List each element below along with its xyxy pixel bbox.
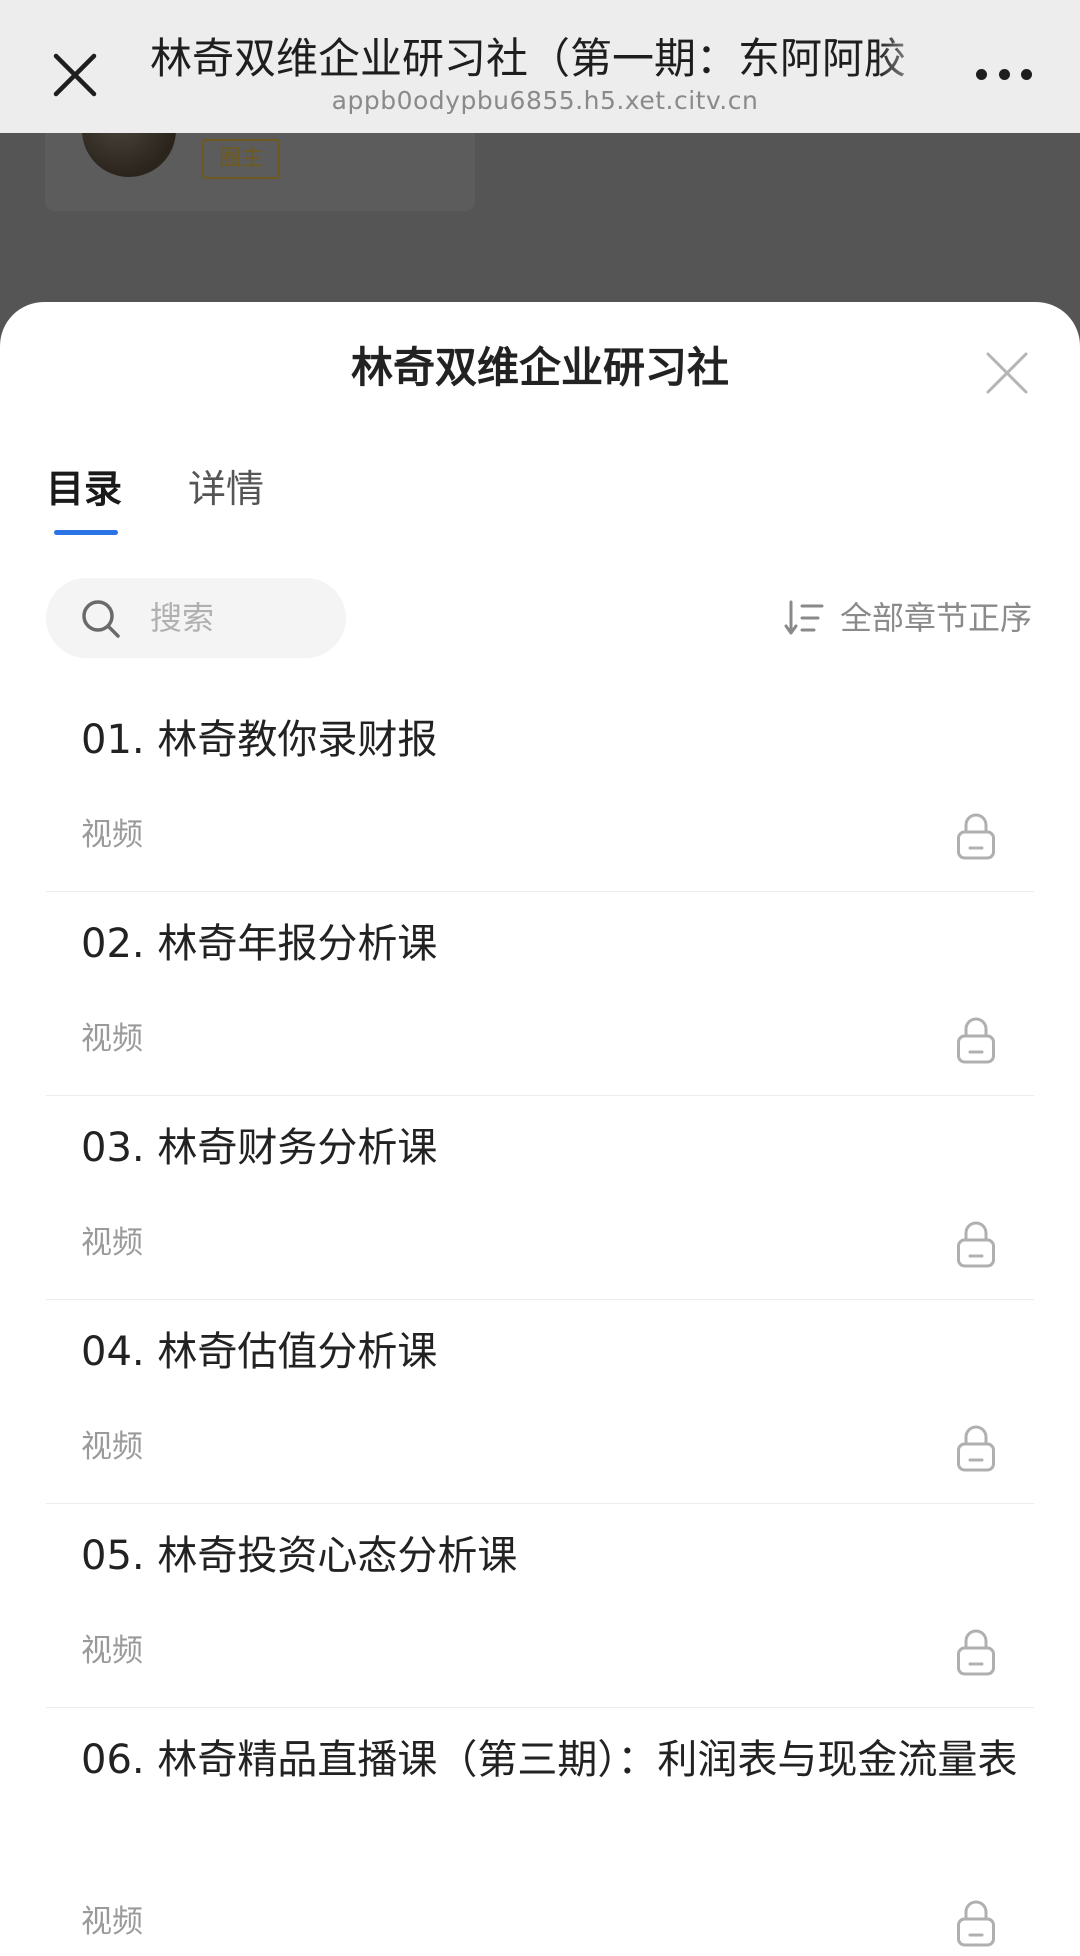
list-item[interactable]: 05. 林奇投资心态分析课 视频: [46, 1504, 1034, 1708]
chapter-type: 视频: [81, 1429, 143, 1465]
lock-icon: [957, 1425, 995, 1472]
list-item[interactable]: 01. 林奇教你录财报 视频: [46, 688, 1034, 892]
close-icon[interactable]: [44, 44, 106, 106]
sheet-title: 林奇双维企业研习社: [350, 343, 729, 392]
list-item[interactable]: 03. 林奇财务分析课 视频: [46, 1096, 1034, 1300]
lock-icon: [957, 1017, 995, 1064]
search-placeholder: 搜索: [150, 599, 215, 637]
chapter-type: 视频: [81, 817, 143, 853]
chapter-title: 03. 林奇财务分析课: [81, 1125, 438, 1171]
tab-details[interactable]: 详情: [188, 460, 264, 540]
chapter-list: 01. 林奇教你录财报 视频 02. 林奇年报分析课 视频 03. 林奇财务分析…: [46, 688, 1034, 1956]
tab-bar: 目录 详情: [46, 460, 330, 540]
search-input[interactable]: 搜索: [46, 578, 346, 658]
lock-icon: [957, 813, 995, 860]
chapter-type: 视频: [81, 1633, 143, 1669]
search-icon: [82, 600, 120, 638]
chapter-title: 01. 林奇教你录财报: [81, 717, 438, 763]
sort-order-toggle[interactable]: 全部章节正序: [784, 592, 1032, 644]
chapter-title: 06. 林奇精品直播课（第三期）：利润表与现金流量表: [81, 1737, 1018, 1783]
catalog-sheet: 林奇双维企业研习社 目录 详情 搜索 全部章节正序 01. 林奇教你录财报 视频: [0, 302, 1080, 1956]
lock-icon: [957, 1629, 995, 1676]
chapter-type: 视频: [81, 1021, 143, 1057]
lock-icon: [957, 1900, 995, 1947]
list-item[interactable]: 04. 林奇估值分析课 视频: [46, 1300, 1034, 1504]
chapter-title: 02. 林奇年报分析课: [81, 921, 438, 967]
sheet-close-icon[interactable]: [984, 350, 1030, 396]
tab-catalog[interactable]: 目录: [46, 460, 122, 540]
page-url: appb0odypbu6855.h5.xet.citv.cn: [331, 86, 759, 115]
list-item[interactable]: 02. 林奇年报分析课 视频: [46, 892, 1034, 1096]
chapter-type: 视频: [81, 1904, 143, 1940]
chapter-title: 05. 林奇投资心态分析课: [81, 1533, 518, 1579]
sort-icon: [784, 600, 824, 635]
chapter-title: 04. 林奇估值分析课: [81, 1329, 438, 1375]
lock-icon: [957, 1221, 995, 1268]
chapter-type: 视频: [81, 1225, 143, 1261]
owner-badge: 圈主: [202, 139, 280, 179]
more-icon[interactable]: [976, 54, 1032, 94]
list-item[interactable]: 06. 林奇精品直播课（第三期）：利润表与现金流量表 视频: [46, 1708, 1034, 1956]
browser-top-bar: 林奇双维企业研习社（第一期：东阿阿胶 appb0odypbu6855.h5.xe…: [0, 0, 1080, 133]
sort-label: 全部章节正序: [839, 599, 1032, 637]
